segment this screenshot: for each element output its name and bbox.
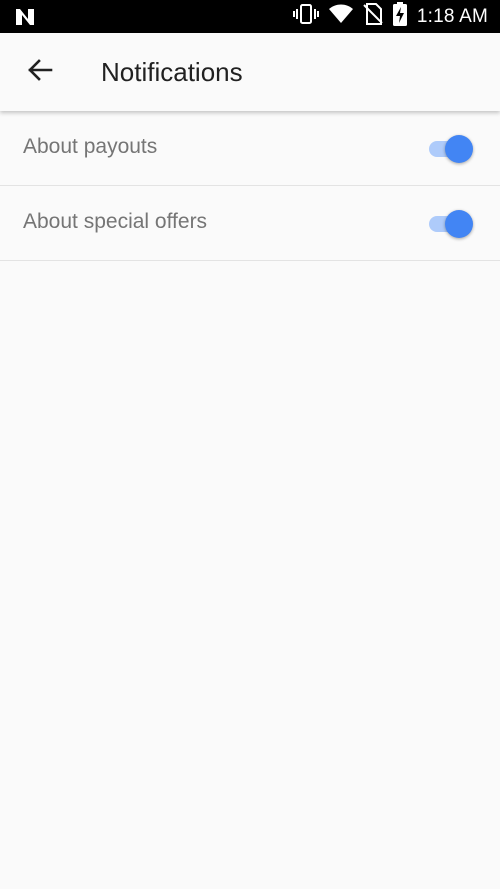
payouts-toggle[interactable] — [427, 135, 473, 163]
status-bar: 1:18 AM — [0, 0, 500, 33]
special-offers-toggle[interactable] — [427, 210, 473, 238]
status-time: 1:18 AM — [416, 5, 488, 27]
setting-row-payouts[interactable]: About payouts — [0, 111, 500, 186]
app-bar: Notifications — [0, 33, 500, 111]
battery-charging-icon — [392, 2, 407, 31]
wifi-icon — [328, 4, 353, 29]
back-button[interactable] — [18, 50, 62, 94]
setting-label: About payouts — [23, 135, 158, 158]
setting-label: About special offers — [23, 210, 208, 233]
page-title: Notifications — [101, 57, 243, 87]
arrow-left-icon — [27, 58, 53, 86]
vibrate-icon — [292, 4, 319, 29]
n-logo-icon — [14, 7, 36, 32]
setting-row-special-offers[interactable]: About special offers — [0, 186, 500, 261]
toggle-thumb — [445, 210, 473, 238]
toggle-thumb — [445, 135, 473, 163]
notification-settings-list: About payouts About special offers — [0, 111, 500, 261]
no-sim-icon — [363, 3, 383, 30]
